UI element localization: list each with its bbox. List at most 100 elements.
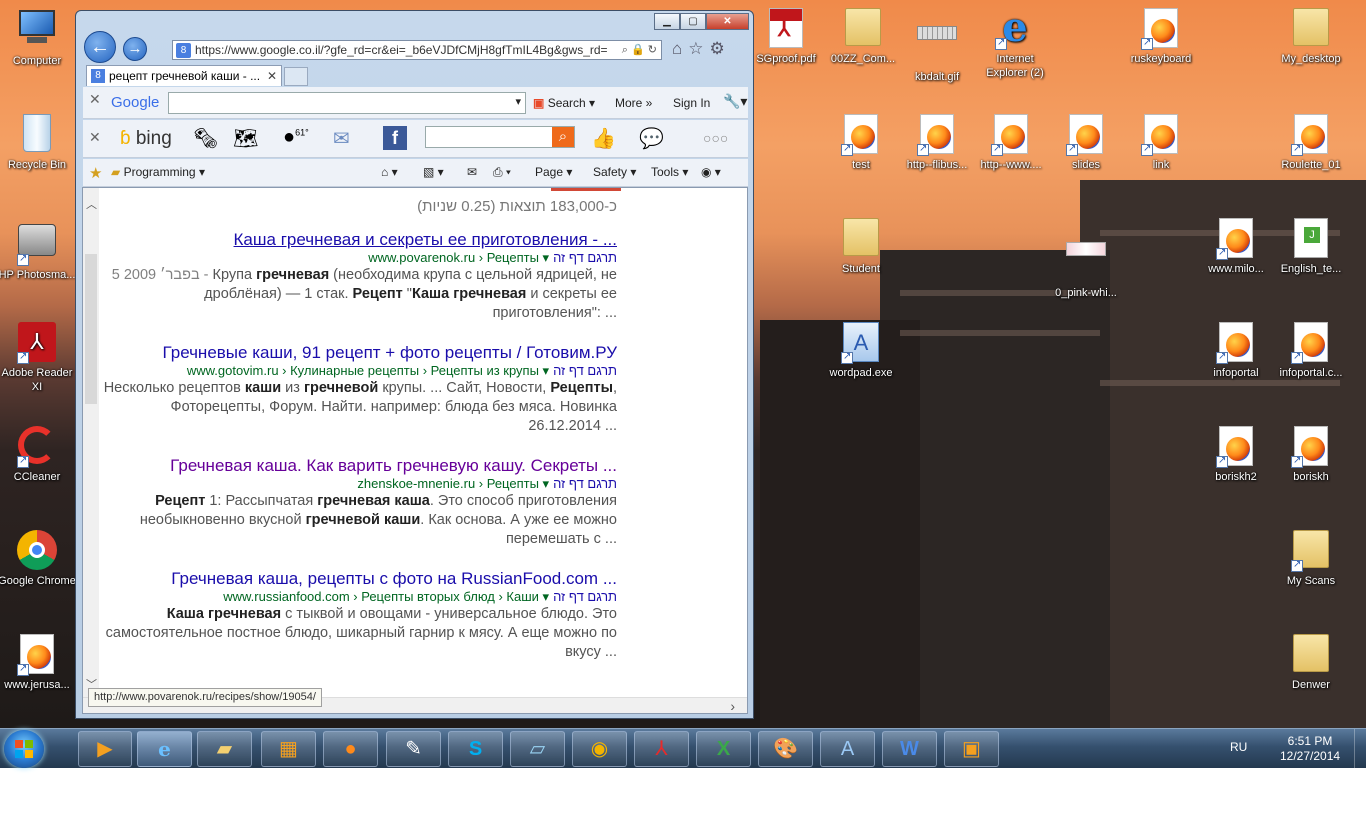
taskbar-wordpad[interactable]: A	[820, 731, 875, 767]
result-title-link[interactable]: Гречневые каши, 91 рецепт + фото рецепты…	[103, 342, 617, 363]
refresh-icon[interactable]: ↻	[648, 44, 657, 56]
taskbar-firefox[interactable]: ●	[323, 731, 378, 767]
translate-link[interactable]: תרגם דף זה	[553, 476, 617, 491]
desktop-icon-roulette[interactable]: Roulette_01	[1271, 114, 1351, 172]
forward-button[interactable]: →	[123, 37, 147, 61]
desktop-icon-jerusalem[interactable]: www.jerusa...	[0, 634, 77, 692]
minimize-button[interactable]: ▁	[654, 13, 680, 30]
weather-icon[interactable]: ●61°	[283, 126, 309, 149]
taskbar-app[interactable]: ▦	[261, 731, 316, 767]
desktop-icon-milo[interactable]: www.milo...	[1196, 218, 1276, 276]
maps-icon[interactable]: 🗺	[233, 126, 258, 151]
google-search-input[interactable]	[168, 92, 526, 114]
address-bar[interactable]: 8 https://www.google.co.il/?gfe_rd=cr&ei…	[172, 40, 662, 60]
wrench-icon[interactable]: 🔧▾	[723, 93, 747, 110]
taskbar-internet-explorer[interactable]: e	[137, 731, 192, 767]
desktop-icon-my-desktop[interactable]: My_desktop	[1271, 8, 1351, 66]
desktop-icon-boriskh2[interactable]: boriskh2	[1196, 426, 1276, 484]
favorites-folder-programming[interactable]: ▰ Programming ▾	[111, 165, 205, 179]
tab-search-results[interactable]: 8 рецепт гречневой каши - ... ✕	[86, 65, 282, 86]
mail-icon[interactable]: ✉	[333, 126, 350, 151]
page-viewport[interactable]: ︿ ﹀ › כ-183,000 תוצאות (0.25 שניות) Каша…	[82, 187, 748, 714]
help-icon[interactable]: ◉ ▾	[701, 165, 721, 179]
language-indicator[interactable]: RU	[1230, 740, 1247, 754]
translate-link[interactable]: תרגם דף זה	[553, 250, 617, 265]
desktop-icon-english-te[interactable]: J English_te...	[1271, 218, 1351, 276]
desktop-icon-00zz[interactable]: 00ZZ_Com...	[823, 8, 903, 66]
result-title-link[interactable]: Гречневая каша. Как варить гречневую каш…	[103, 455, 617, 476]
desktop-icon-recycle-bin[interactable]: Recycle Bin	[0, 114, 77, 172]
start-button[interactable]	[4, 730, 44, 768]
result-title-link[interactable]: Гречневая каша, рецепты с фото на Russia…	[103, 568, 617, 589]
tools-menu[interactable]: Tools ▾	[651, 165, 688, 179]
desktop-icon-ie[interactable]: e Internet Explorer (2)	[975, 8, 1055, 80]
desktop-icon-sgproof[interactable]: ⅄ SGproof.pdf	[746, 8, 826, 66]
search-icon[interactable]: ⌕	[622, 44, 628, 56]
taskbar-skype[interactable]: S	[448, 731, 503, 767]
bing-search-input[interactable]	[425, 126, 575, 148]
taskbar-excel[interactable]: X	[696, 731, 751, 767]
safety-menu[interactable]: Safety ▾	[593, 165, 636, 179]
taskbar-notepad[interactable]: ✎	[386, 731, 441, 767]
google-signin-button[interactable]: Sign In	[673, 96, 710, 110]
desktop-icon-ruskeyboard[interactable]: ruskeyboard	[1121, 8, 1201, 66]
desktop-icon-denwer[interactable]: Denwer	[1271, 634, 1351, 692]
close-button[interactable]: ✕	[706, 13, 749, 30]
google-more-button[interactable]: More »	[615, 96, 652, 110]
desktop-icon-student[interactable]: Student	[821, 218, 901, 276]
desktop-icon-link[interactable]: link	[1121, 114, 1201, 172]
home-icon[interactable]: ⌂	[672, 39, 688, 58]
desktop-icon-flibus[interactable]: http--flibus...	[897, 114, 977, 172]
desktop-icon-my-scans[interactable]: My Scans	[1271, 530, 1351, 588]
taskbar-app-3[interactable]: ▣	[944, 731, 999, 767]
desktop-icon-www[interactable]: http--www....	[971, 114, 1051, 172]
mail-icon[interactable]: ✉	[467, 165, 477, 179]
google-search-button[interactable]: ▣ Search ▾	[533, 96, 595, 110]
taskbar-adobe-reader[interactable]: ⅄	[634, 731, 689, 767]
facebook-icon[interactable]: f	[383, 126, 407, 150]
chat-icon[interactable]: 💬	[639, 126, 664, 151]
translate-link[interactable]: תרגם דף זה	[553, 589, 617, 604]
result-title-link[interactable]: Каша гречневая и секреты ее приготовлени…	[103, 229, 617, 250]
tab-close-button[interactable]: ✕	[267, 66, 277, 86]
taskbar-word[interactable]: W	[882, 731, 937, 767]
home-icon[interactable]: ⌂ ▾	[381, 165, 398, 179]
favorites-star-icon[interactable]: ★	[89, 164, 102, 182]
desktop-icon-boriskh[interactable]: boriskh	[1271, 426, 1351, 484]
maximize-button[interactable]: ▢	[680, 13, 706, 30]
scrollbar-thumb[interactable]	[85, 254, 97, 404]
new-tab-button[interactable]	[284, 67, 308, 86]
desktop-icon-infoportal-c[interactable]: infoportal.c...	[1271, 322, 1351, 380]
taskbar-explorer[interactable]: ▰	[197, 731, 252, 767]
taskbar-media-player[interactable]: ▶	[78, 731, 132, 767]
desktop-icon-computer[interactable]: Computer	[0, 10, 77, 68]
show-desktop-button[interactable]	[1354, 729, 1366, 769]
desktop-icon-slides[interactable]: slides	[1046, 114, 1126, 172]
desktop-icon-infoportal[interactable]: infoportal	[1196, 322, 1276, 380]
close-toolbar-icon[interactable]: ✕	[89, 91, 101, 108]
clock[interactable]: 6:51 PM 12/27/2014	[1280, 734, 1340, 764]
taskbar-paint[interactable]: 🎨	[758, 731, 813, 767]
scroll-up-icon[interactable]: ︿	[86, 196, 97, 212]
news-icon[interactable]: 🗞	[193, 126, 218, 151]
favorites-star-icon[interactable]: ☆	[688, 39, 709, 58]
desktop-icon-chrome[interactable]: Google Chrome	[0, 530, 77, 588]
page-menu[interactable]: Page ▾	[535, 165, 572, 179]
desktop-icon-pink-whi[interactable]: 0_pink-whi...	[1046, 218, 1126, 300]
desktop-icon-wordpad[interactable]: A wordpad.exe	[821, 322, 901, 380]
desktop-icon-adobe-reader[interactable]: ⅄ Adobe Reader XI	[0, 322, 77, 394]
translate-link[interactable]: תרגם דף זה	[553, 363, 617, 378]
desktop-icon-test[interactable]: test	[821, 114, 901, 172]
vertical-scrollbar[interactable]: ︿ ﹀	[83, 188, 99, 698]
more-icon[interactable]: ○○○	[703, 130, 728, 146]
scroll-right-icon[interactable]: ›	[730, 698, 735, 713]
taskbar-app-2[interactable]: ▱	[510, 731, 565, 767]
desktop-icon-kbdalt[interactable]: kbdalt.gif	[897, 8, 977, 84]
close-toolbar-icon[interactable]: ✕	[89, 129, 101, 146]
print-icon[interactable]: ⎙ ▾	[493, 165, 511, 180]
taskbar-chrome[interactable]: ◉	[572, 731, 627, 767]
thumbs-up-icon[interactable]: 👍	[591, 126, 616, 151]
back-button[interactable]: ←	[84, 31, 116, 63]
gear-icon[interactable]: ⚙	[710, 39, 731, 58]
feeds-icon[interactable]: ▧ ▾	[423, 165, 444, 179]
